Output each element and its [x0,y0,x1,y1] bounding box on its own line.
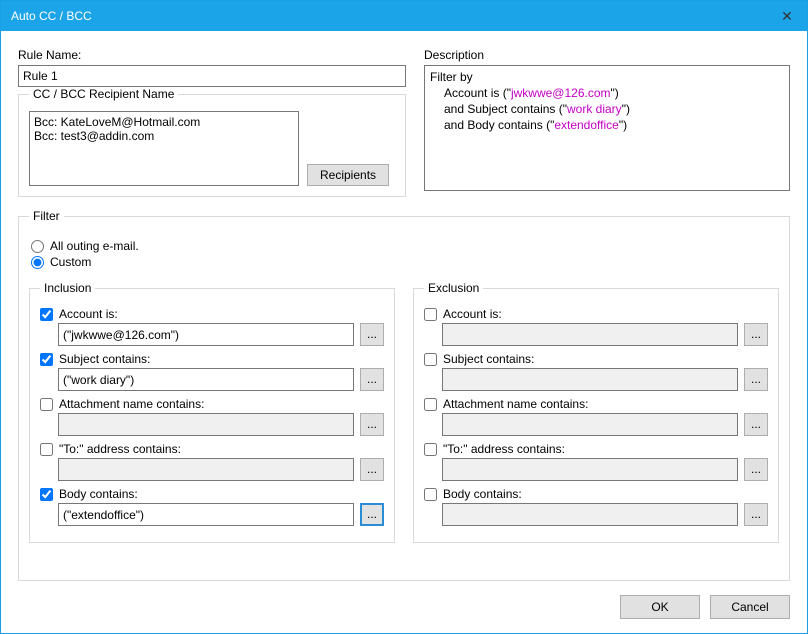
recipients-box[interactable]: Bcc: KateLoveM@Hotmail.com Bcc: test3@ad… [29,111,299,186]
incl-attachment-label: Attachment name contains: [59,397,204,411]
exclusion-legend: Exclusion [424,281,483,295]
incl-account-input[interactable] [58,323,354,346]
incl-body-check[interactable] [40,488,53,501]
excl-subject-browse[interactable]: ... [744,368,768,391]
cc-bcc-group: CC / BCC Recipient Name Bcc: KateLoveM@H… [18,87,406,197]
custom-label: Custom [50,255,91,269]
dialog-footer: OK Cancel [1,581,807,633]
excl-to-check[interactable] [424,443,437,456]
top-row: Rule Name: CC / BCC Recipient Name Bcc: … [18,48,790,197]
window-title: Auto CC / BCC [11,9,767,23]
incl-subject-browse[interactable]: ... [360,368,384,391]
incl-subject-label: Subject contains: [59,352,150,366]
all-outing-radio[interactable] [31,240,44,253]
incl-subject-input[interactable] [58,368,354,391]
incl-account-browse[interactable]: ... [360,323,384,346]
excl-body-browse[interactable]: ... [744,503,768,526]
description-box: Filter by Account is ("jwkwwe@126.com") … [424,65,790,191]
filter-options: All outing e-mail. Custom [29,233,779,281]
excl-account-input[interactable] [442,323,738,346]
excl-subject-input[interactable] [442,368,738,391]
description-column: Description Filter by Account is ("jwkww… [424,48,790,197]
incl-attachment-browse[interactable]: ... [360,413,384,436]
rule-name-label: Rule Name: [18,48,406,62]
description-label: Description [424,48,790,62]
incl-to-browse[interactable]: ... [360,458,384,481]
excl-to-label: "To:" address contains: [443,442,565,456]
recipients-button[interactable]: Recipients [307,164,389,186]
excl-body-check[interactable] [424,488,437,501]
excl-subject-check[interactable] [424,353,437,366]
excl-attachment-input[interactable] [442,413,738,436]
custom-radio[interactable] [31,256,44,269]
rule-name-input[interactable] [18,65,406,87]
incl-to-label: "To:" address contains: [59,442,181,456]
incl-to-check[interactable] [40,443,53,456]
incl-body-label: Body contains: [59,487,138,501]
close-icon[interactable]: ✕ [767,1,807,31]
incl-to-input[interactable] [58,458,354,481]
desc-line-3: and Subject contains ("work diary") [430,101,784,117]
exclusion-group: Exclusion Account is: ... [413,281,779,543]
excl-attachment-check[interactable] [424,398,437,411]
inclusion-legend: Inclusion [40,281,95,295]
ok-button[interactable]: OK [620,595,700,619]
incl-attachment-check[interactable] [40,398,53,411]
incl-subject-check[interactable] [40,353,53,366]
filter-group: Filter All outing e-mail. Custom Inclusi… [18,209,790,581]
rule-column: Rule Name: CC / BCC Recipient Name Bcc: … [18,48,406,197]
dialog-window: Auto CC / BCC ✕ Rule Name: CC / BCC Reci… [0,0,808,634]
excl-subject-label: Subject contains: [443,352,534,366]
incl-body-input[interactable] [58,503,354,526]
incl-body-browse[interactable]: ... [360,503,384,526]
excl-body-input[interactable] [442,503,738,526]
incl-attachment-input[interactable] [58,413,354,436]
inclusion-group: Inclusion Account is: ... [29,281,395,543]
cc-bcc-legend: CC / BCC Recipient Name [29,87,178,101]
incl-account-check[interactable] [40,308,53,321]
excl-to-input[interactable] [442,458,738,481]
filter-legend: Filter [29,209,64,223]
excl-attachment-label: Attachment name contains: [443,397,588,411]
cancel-button[interactable]: Cancel [710,595,790,619]
incl-account-label: Account is: [59,307,118,321]
excl-to-browse[interactable]: ... [744,458,768,481]
excl-account-browse[interactable]: ... [744,323,768,346]
desc-line-2: Account is ("jwkwwe@126.com") [430,85,784,101]
inclusion-exclusion-row: Inclusion Account is: ... [29,281,779,543]
titlebar: Auto CC / BCC ✕ [1,1,807,31]
all-outing-label: All outing e-mail. [50,239,139,253]
excl-account-label: Account is: [443,307,502,321]
client-area: Rule Name: CC / BCC Recipient Name Bcc: … [1,31,807,581]
excl-body-label: Body contains: [443,487,522,501]
excl-attachment-browse[interactable]: ... [744,413,768,436]
desc-line-4: and Body contains ("extendoffice") [430,117,784,133]
excl-account-check[interactable] [424,308,437,321]
desc-line-1: Filter by [430,69,784,85]
